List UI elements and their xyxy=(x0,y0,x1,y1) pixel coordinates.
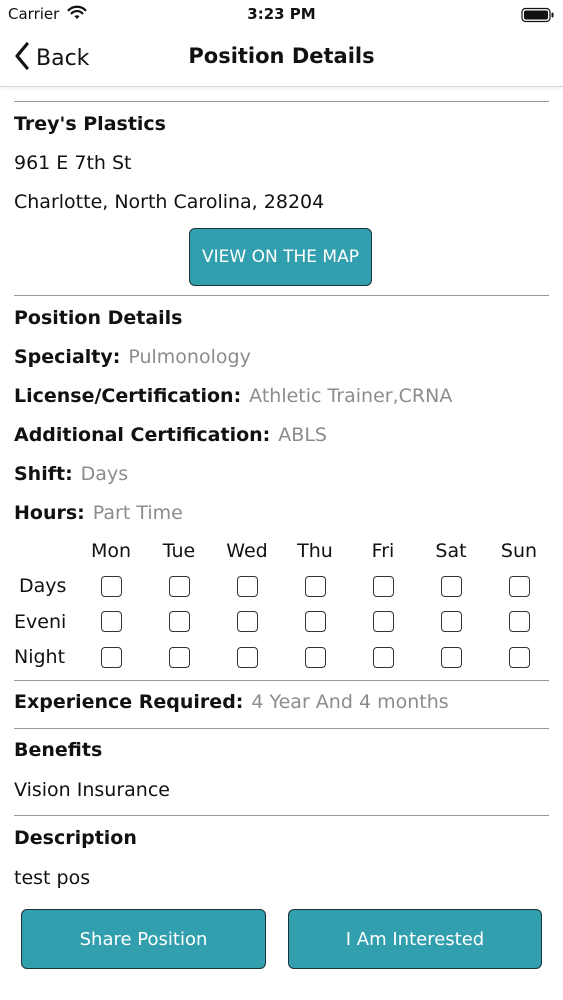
license-label: License/Certification: xyxy=(14,385,242,407)
additional-certification-value: ABLS xyxy=(278,424,327,446)
status-time: 3:23 PM xyxy=(247,5,316,23)
day-header-sun: Sun xyxy=(500,540,538,562)
license-value: Athletic Trainer,CRNA xyxy=(249,385,453,407)
navigation-bar: Back Position Details xyxy=(0,30,563,87)
checkbox-days-wed[interactable] xyxy=(237,576,258,597)
facility-street: 961 E 7th St xyxy=(14,152,132,174)
position-details-heading: Position Details xyxy=(14,307,183,329)
description-value: test pos xyxy=(14,867,91,889)
checkbox-days-tue[interactable] xyxy=(169,576,190,597)
page-title: Position Details xyxy=(188,44,375,68)
benefits-heading: Benefits xyxy=(14,739,103,761)
specialty-row: Specialty: Pulmonology xyxy=(14,346,251,368)
divider xyxy=(14,815,549,816)
i-am-interested-button[interactable]: I Am Interested xyxy=(288,909,542,969)
day-header-thu: Thu xyxy=(297,540,333,562)
license-row: License/Certification: Athletic Trainer,C… xyxy=(14,385,452,407)
checkbox-days-fri[interactable] xyxy=(373,576,394,597)
shift-label: Shift: xyxy=(14,463,73,485)
battery-icon xyxy=(521,7,555,27)
checkbox-night-sun[interactable] xyxy=(509,647,530,668)
shift-row: Shift: Days xyxy=(14,463,128,485)
day-header-tue: Tue xyxy=(162,540,196,562)
checkbox-evening-fri[interactable] xyxy=(373,611,394,632)
checkbox-night-mon[interactable] xyxy=(101,647,122,668)
specialty-value: Pulmonology xyxy=(128,346,251,368)
day-header-fri: Fri xyxy=(371,540,395,562)
checkbox-night-wed[interactable] xyxy=(237,647,258,668)
row-label-evening: Eveni xyxy=(14,611,67,633)
divider xyxy=(14,101,549,102)
hours-row: Hours: Part Time xyxy=(14,502,183,524)
benefits-value: Vision Insurance xyxy=(14,779,170,801)
facility-name: Trey's Plastics xyxy=(14,113,166,135)
hours-label: Hours: xyxy=(14,502,85,524)
checkbox-night-sat[interactable] xyxy=(441,647,462,668)
checkbox-night-fri[interactable] xyxy=(373,647,394,668)
experience-label: Experience Required: xyxy=(14,691,244,713)
row-label-night: Night xyxy=(14,646,66,668)
status-bar: Carrier 3:23 PM xyxy=(0,0,563,30)
checkbox-days-sat[interactable] xyxy=(441,576,462,597)
day-header-sat: Sat xyxy=(435,540,467,562)
checkbox-night-tue[interactable] xyxy=(169,647,190,668)
view-on-map-button[interactable]: VIEW ON THE MAP xyxy=(189,228,372,286)
additional-certification-row: Additional Certification: ABLS xyxy=(14,424,327,446)
divider xyxy=(14,295,549,296)
description-heading: Description xyxy=(14,827,137,849)
day-header-wed: Wed xyxy=(226,540,268,562)
additional-certification-label: Additional Certification: xyxy=(14,424,271,446)
checkbox-days-mon[interactable] xyxy=(101,576,122,597)
checkbox-evening-wed[interactable] xyxy=(237,611,258,632)
facility-city: Charlotte, North Carolina, 28204 xyxy=(14,191,325,213)
checkbox-evening-sun[interactable] xyxy=(509,611,530,632)
divider xyxy=(14,680,549,681)
experience-row: Experience Required: 4 Year And 4 months xyxy=(14,691,449,713)
checkbox-evening-thu[interactable] xyxy=(305,611,326,632)
checkbox-days-sun[interactable] xyxy=(509,576,530,597)
shift-value: Days xyxy=(80,463,129,485)
experience-value: 4 Year And 4 months xyxy=(251,691,449,713)
checkbox-night-thu[interactable] xyxy=(305,647,326,668)
divider xyxy=(14,728,549,729)
checkbox-evening-mon[interactable] xyxy=(101,611,122,632)
checkbox-evening-tue[interactable] xyxy=(169,611,190,632)
specialty-label: Specialty: xyxy=(14,346,121,368)
hours-value: Part Time xyxy=(92,502,183,524)
day-header-mon: Mon xyxy=(90,540,132,562)
checkbox-days-thu[interactable] xyxy=(305,576,326,597)
share-position-button[interactable]: Share Position xyxy=(21,909,266,969)
checkbox-evening-sat[interactable] xyxy=(441,611,462,632)
row-label-days: Days xyxy=(19,575,67,597)
